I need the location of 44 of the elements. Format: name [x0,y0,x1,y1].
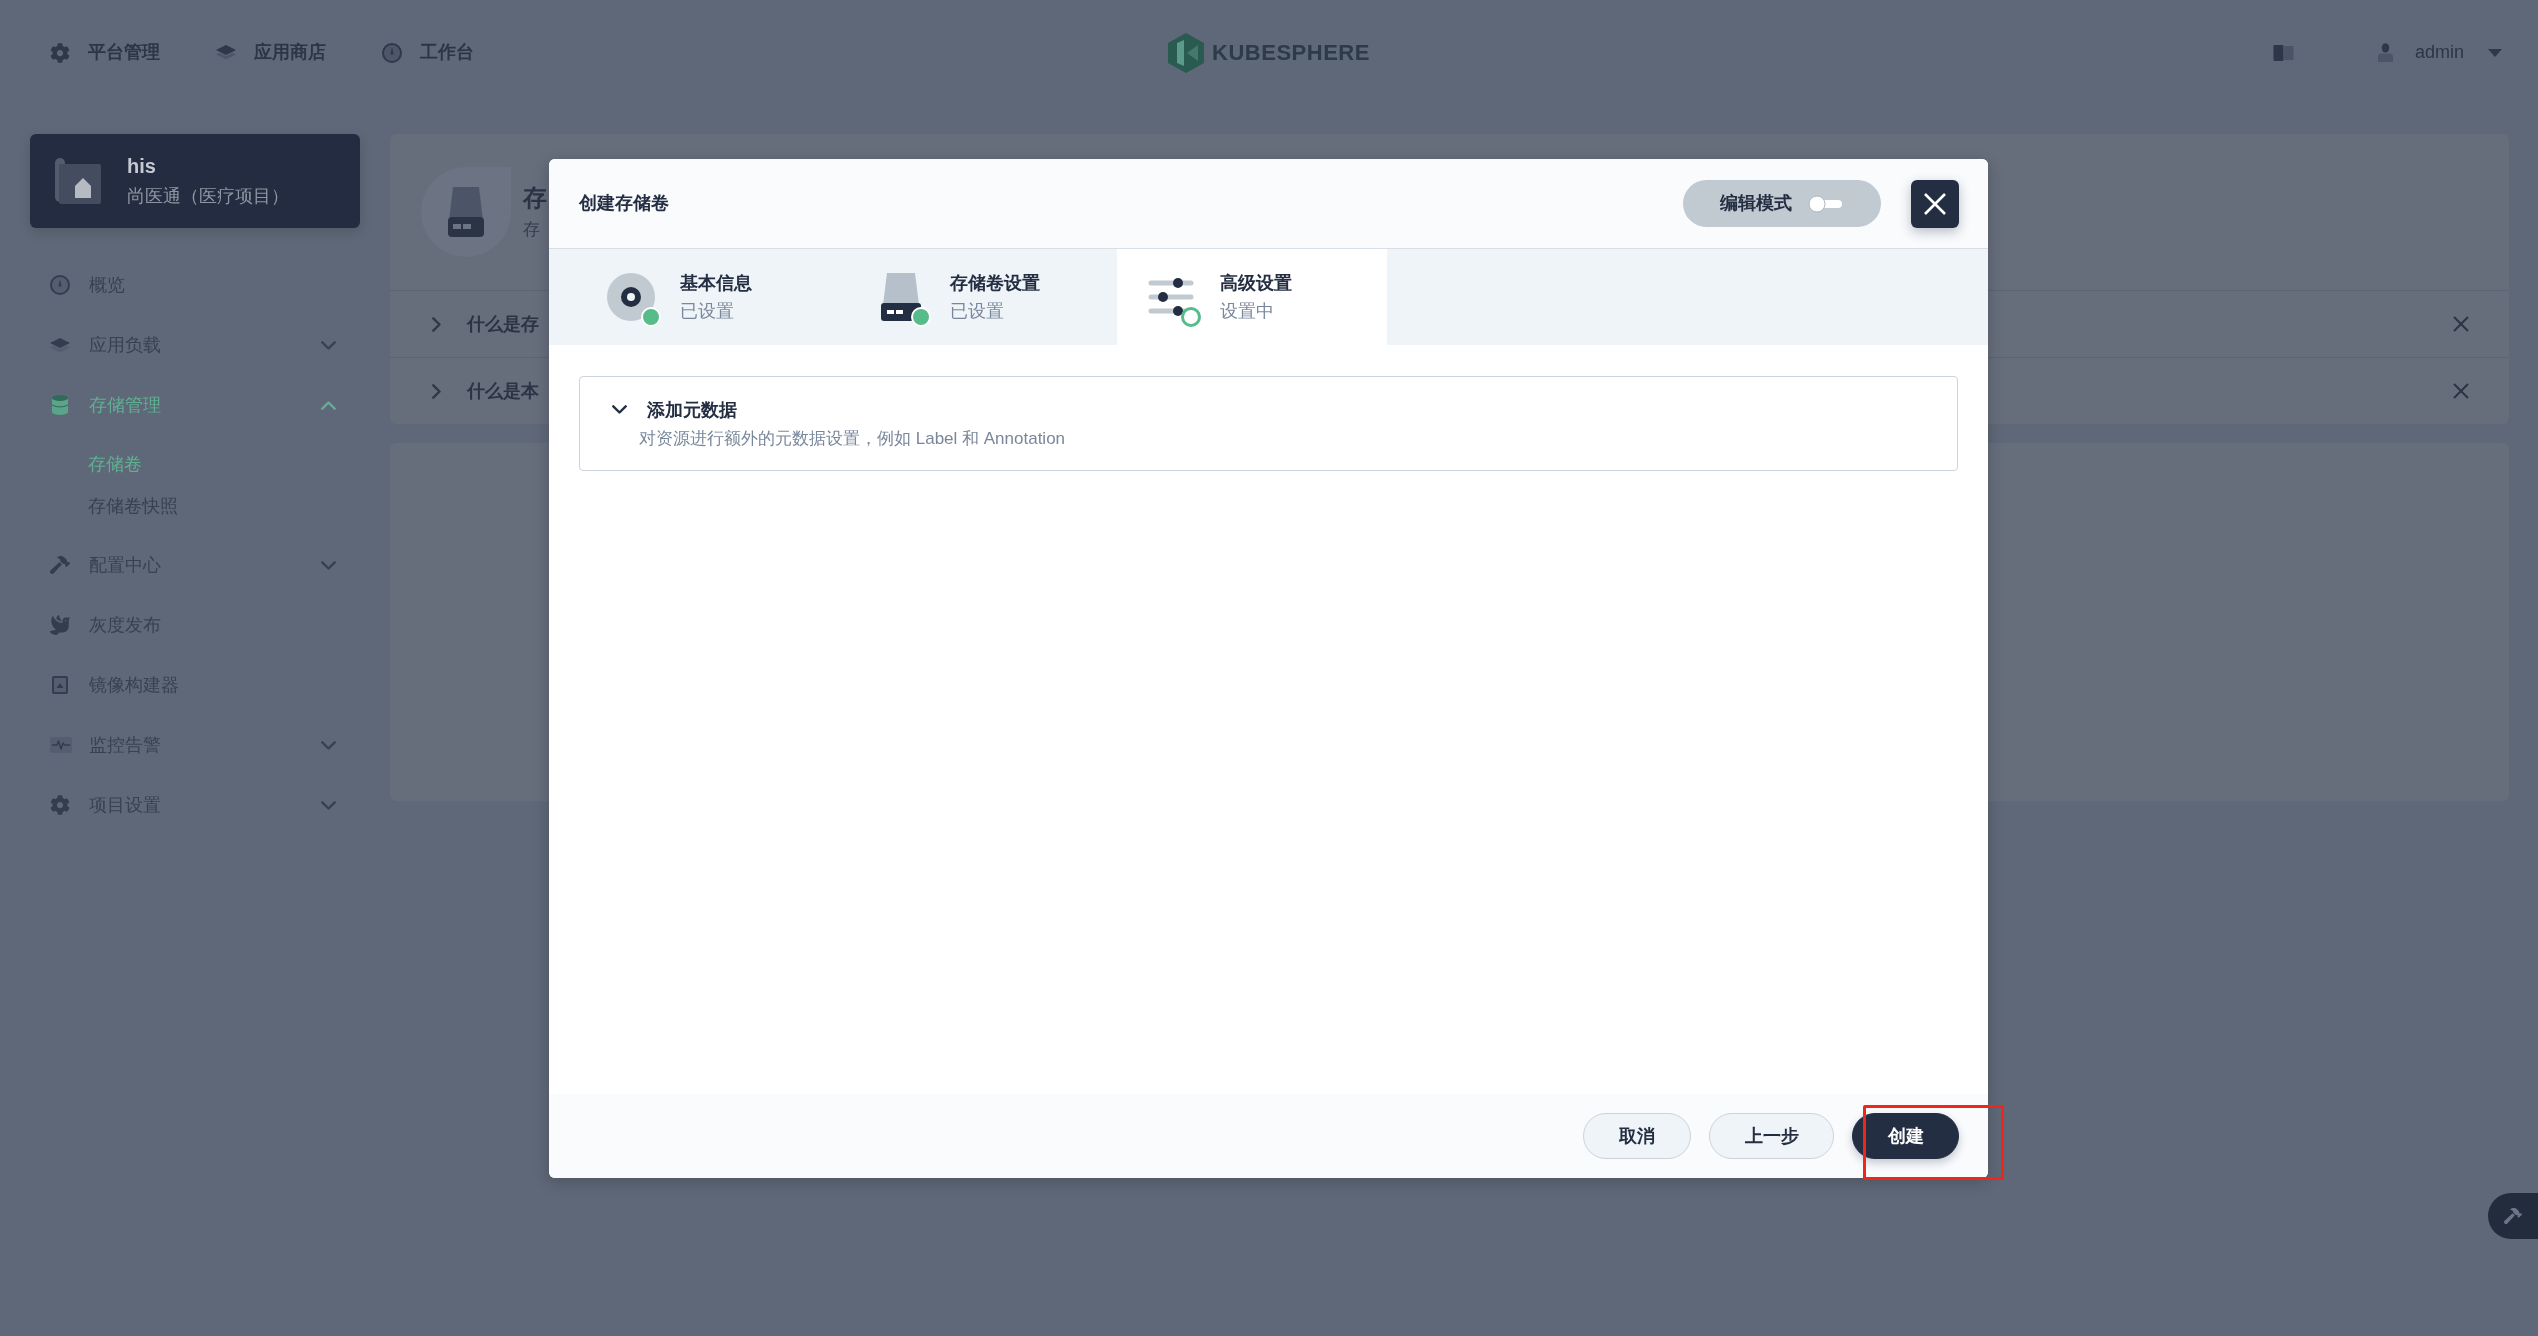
book-icon[interactable] [2272,44,2294,61]
gauge-icon [382,42,402,63]
edit-mode-toggle[interactable]: 编辑模式 [1683,180,1881,227]
section-title: 添加元数据 [647,398,737,422]
gauge-icon [50,275,70,295]
hammer-icon [50,556,70,574]
sliders-icon [1148,278,1194,316]
project-name: his [127,154,157,179]
section-description: 对资源进行额外的元数据设置，例如 Label 和 Annotation [639,427,1067,450]
tool-button[interactable] [2488,1193,2538,1239]
secondary-button[interactable]: 上一步 [1709,1113,1834,1159]
nav-subitem[interactable]: 存储卷 [30,443,360,485]
drive-icon [421,167,511,257]
metadata-section[interactable]: 添加元数据 对资源进行额外的元数据设置，例如 Label 和 Annotation [579,376,1958,471]
bird-icon [50,615,70,635]
banner-title: 存 [523,183,547,213]
caret-down-icon [2488,48,2502,57]
hammer-icon [2504,1208,2522,1224]
layers-icon [216,45,236,60]
faq-question: 什么是本 [467,379,539,403]
drive-icon [881,273,921,321]
layers-icon [50,337,70,353]
close-icon [1924,192,1946,215]
image-icon [52,676,68,694]
close-button[interactable] [1911,179,1959,228]
user-icon [2377,43,2393,62]
chevron-right-icon [432,383,441,399]
pulse-icon [50,737,72,753]
faq-question: 什么是存 [467,312,539,336]
project-description: 尚医通（医疗项目） [127,185,289,208]
create-button[interactable]: 创建 [1852,1113,1959,1159]
secondary-button[interactable]: 取消 [1583,1113,1691,1159]
database-icon [52,395,68,415]
chevron-right-icon [432,316,441,332]
house-icon [55,158,101,204]
close-icon[interactable] [2453,316,2469,332]
nav-item[interactable]: 存储管理 [30,375,360,435]
dialog-title: 创建存储卷 [579,192,669,215]
step-tab[interactable]: 高级设置 设置中 [1117,249,1387,345]
settings-icon [50,795,70,815]
settings-icon [50,42,70,63]
logo-icon [1168,32,1205,73]
disc-icon [607,273,655,321]
close-icon[interactable] [2453,383,2469,399]
